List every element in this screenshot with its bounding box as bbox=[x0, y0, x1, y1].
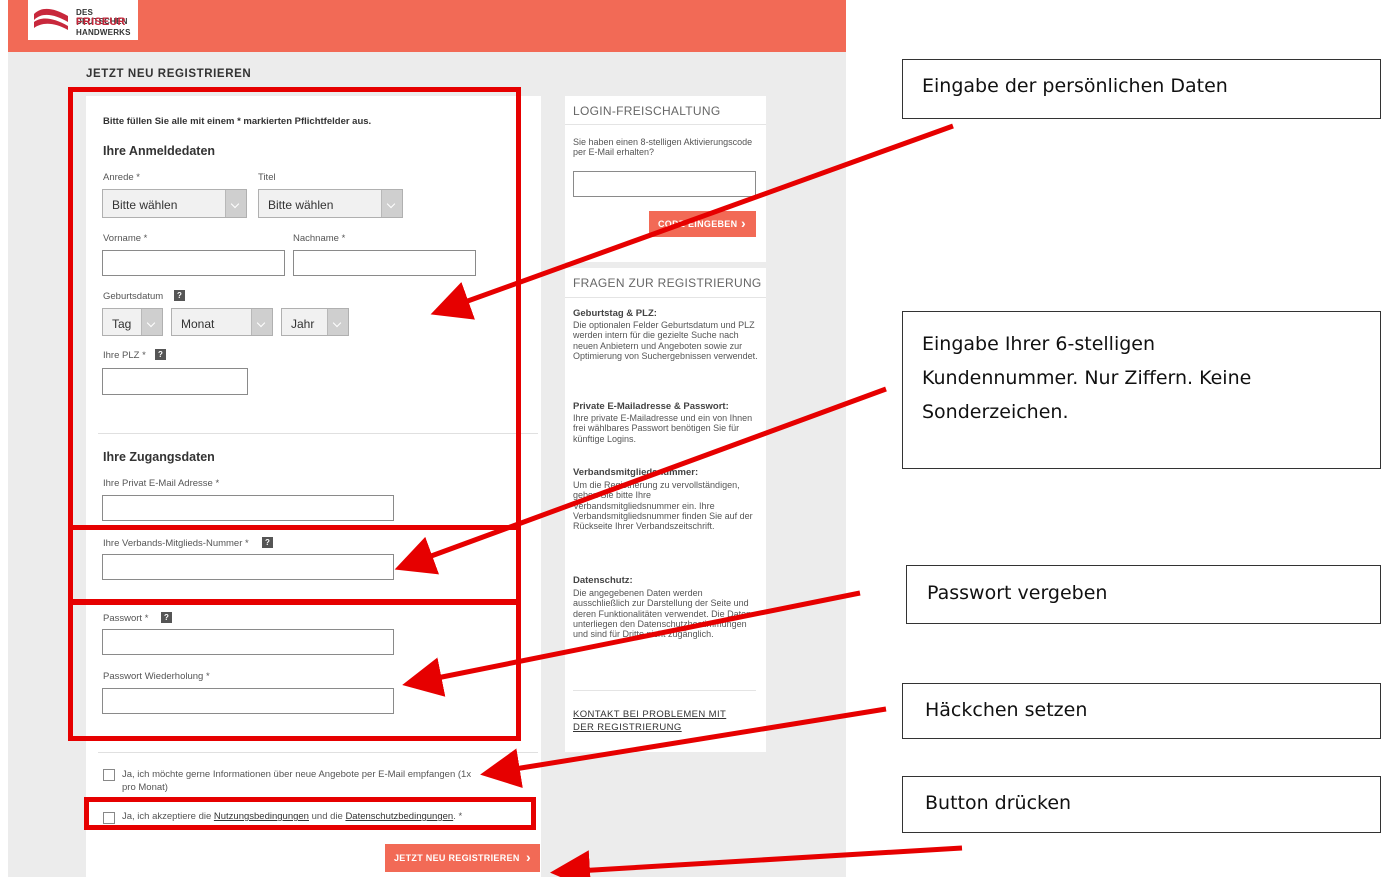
callout-personal-data: Eingabe der persönlichen Daten bbox=[902, 59, 1381, 119]
callout-text: Sonderzeichen. bbox=[922, 401, 1069, 423]
callout-text: Eingabe der persönlichen Daten bbox=[922, 75, 1228, 97]
arrow-icon bbox=[550, 845, 963, 877]
callout-text: Button drücken bbox=[925, 792, 1072, 814]
callout-text: Eingabe Ihrer 6-stelligen bbox=[922, 333, 1156, 355]
callout-checkbox: Häckchen setzen bbox=[902, 683, 1381, 739]
arrow-icon bbox=[430, 123, 954, 320]
callout-password: Passwort vergeben bbox=[906, 565, 1381, 624]
arrow-icon bbox=[402, 590, 861, 697]
arrow-icon bbox=[480, 706, 887, 788]
arrow-icon bbox=[394, 386, 887, 575]
callout-customer-number: Eingabe Ihrer 6-stelligen Kundennummer. … bbox=[902, 311, 1381, 469]
callout-text: Kundennummer. Nur Ziffern. Keine bbox=[922, 367, 1252, 389]
callout-text: Häckchen setzen bbox=[925, 699, 1088, 721]
callout-text: Passwort vergeben bbox=[927, 582, 1108, 604]
callout-button: Button drücken bbox=[902, 776, 1381, 833]
